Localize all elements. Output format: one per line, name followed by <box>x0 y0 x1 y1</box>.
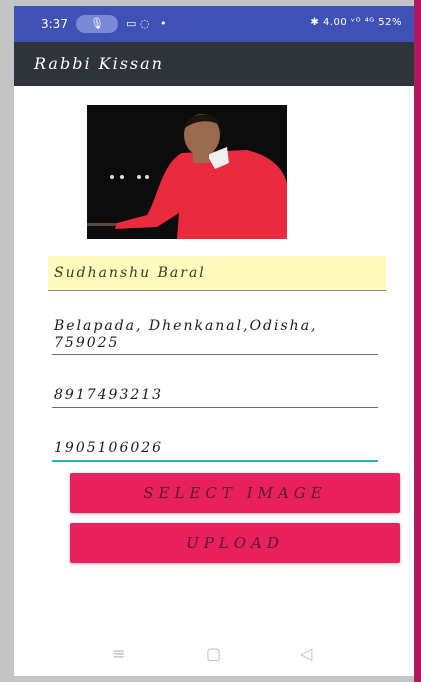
address-line-1: Belapada, Dhenkanal,Odisha, <box>54 318 318 334</box>
id-field[interactable]: 1905106026 <box>52 440 378 462</box>
dot-icon: • <box>160 17 167 30</box>
address-line-2: 759025 <box>54 335 120 351</box>
mic-icon[interactable]: 🎙 <box>76 15 118 33</box>
back-icon[interactable]: ◁ <box>300 644 312 663</box>
app-title: Rabbi Kissan <box>34 54 164 73</box>
status-indicators: ✱ 4.00 ᵛᴼ ⁴ᴳ 52% <box>310 17 402 28</box>
profile-photo-image <box>87 105 287 239</box>
screen-edge-accent <box>414 0 421 682</box>
navigation-bar: ≡ ▢ ◁ <box>14 638 414 676</box>
home-icon[interactable]: ▢ <box>206 644 221 663</box>
upload-button[interactable]: UPLOAD <box>70 523 400 563</box>
select-image-button[interactable]: SELECT IMAGE <box>70 473 400 513</box>
status-time: 3:37 <box>41 17 68 31</box>
phone-screen: 3:37 🎙 ▭ ◌ • ✱ 4.00 ᵛᴼ ⁴ᴳ 52% Rabbi Kiss… <box>14 6 414 676</box>
status-bar: 3:37 🎙 ▭ ◌ • ✱ 4.00 ᵛᴼ ⁴ᴳ 52% <box>14 6 414 42</box>
phone-field[interactable]: 8917493213 <box>52 387 378 408</box>
address-field[interactable]: Belapada, Dhenkanal,Odisha, 759025 <box>52 318 378 355</box>
video-icon: ▭ <box>126 17 137 30</box>
name-field[interactable]: Sudhanshu Baral <box>48 256 386 291</box>
app-bar: Rabbi Kissan <box>14 42 414 86</box>
whatsapp-icon: ◌ <box>140 17 150 30</box>
profile-photo[interactable] <box>87 105 287 239</box>
menu-icon[interactable]: ≡ <box>112 644 125 663</box>
